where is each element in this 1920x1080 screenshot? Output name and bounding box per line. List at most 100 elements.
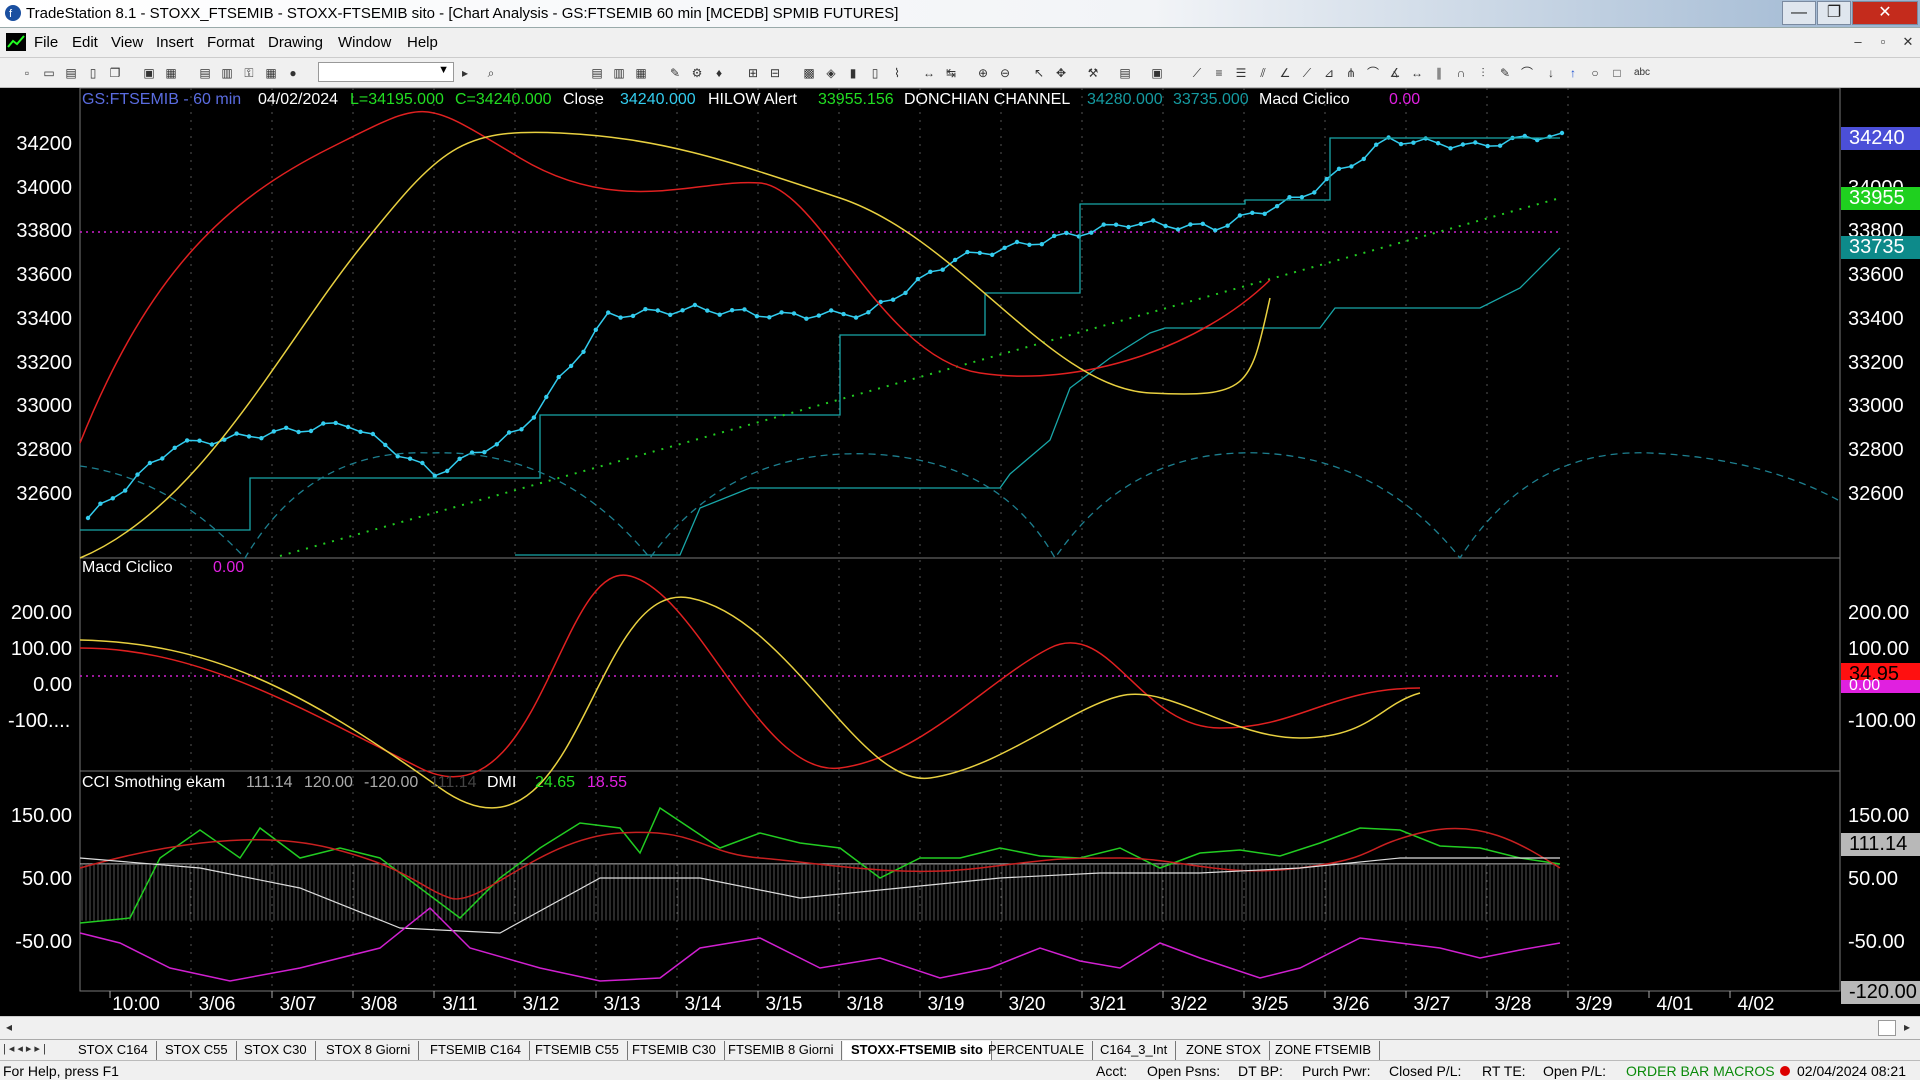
angle-icon[interactable]: ∡ [1388, 66, 1402, 80]
play-arrow-icon[interactable]: ▸ [458, 66, 472, 80]
market-depth-icon[interactable]: ◈ [824, 66, 838, 80]
rectangle-icon[interactable]: □ [1610, 66, 1624, 80]
price-dot [977, 250, 982, 256]
candle-icon[interactable]: ▯ [868, 66, 882, 80]
tab-c164-3-int[interactable]: C164_3_Int [1092, 1041, 1177, 1060]
buy-arrow-icon[interactable]: ↑ [1566, 66, 1580, 80]
tab-ftsemib-c164[interactable]: FTSEMIB C164 [422, 1041, 531, 1060]
tab-ftsemib-c55[interactable]: FTSEMIB C55 [527, 1041, 628, 1060]
data-window-icon[interactable]: ▩ [802, 66, 816, 80]
zoom-out-icon[interactable]: ⊖ [998, 66, 1012, 80]
save-icon[interactable]: ▣ [142, 66, 156, 80]
menu-drawing[interactable]: Drawing [268, 34, 323, 51]
close-button[interactable]: ✕ [1852, 1, 1918, 25]
fibonacci-icon[interactable]: ≡ [1212, 66, 1226, 80]
menu-view[interactable]: View [111, 34, 143, 51]
menu-edit[interactable]: Edit [72, 34, 98, 51]
menu-help[interactable]: Help [407, 34, 438, 51]
parallel-lines-icon[interactable]: ∥ [1432, 66, 1446, 80]
tab-nav-arrows-icon[interactable]: |◂◂▸▸| [3, 1042, 49, 1055]
horizontal-arrow-icon[interactable]: ↔ [1410, 66, 1424, 80]
tab-zone-stox[interactable]: ZONE STOX [1178, 1041, 1270, 1060]
minimize-button[interactable]: — [1782, 1, 1816, 25]
mdi-close-button[interactable]: ✕ [1899, 34, 1917, 50]
menu-file[interactable]: File [34, 34, 58, 51]
horizontal-lines-icon[interactable]: ☰ [1234, 66, 1248, 80]
horizontal-scrollbar[interactable]: ◂ ▸ [0, 1016, 1920, 1039]
tab-stox-c55[interactable]: STOX C55 [157, 1041, 237, 1060]
price-dot [643, 307, 648, 312]
ellipse-icon[interactable]: ○ [1588, 66, 1602, 80]
matrix-icon[interactable]: ▦ [634, 66, 648, 80]
curve-icon[interactable]: ⌒ [1520, 66, 1534, 80]
copy-icon[interactable]: ❐ [108, 66, 122, 80]
workspace-icon[interactable]: ▤ [64, 66, 78, 80]
strategy-icon[interactable]: ⚙ [690, 66, 704, 80]
bar-chart-icon[interactable]: ▮ [846, 66, 860, 80]
price-dot [1113, 222, 1119, 227]
layout-icon[interactable]: ▦ [264, 66, 278, 80]
page-icon[interactable]: ▯ [86, 66, 100, 80]
price-dot [692, 302, 698, 308]
format-symbol-icon[interactable]: ⊟ [768, 66, 782, 80]
insert-analysis-icon[interactable]: ⊞ [746, 66, 760, 80]
cycle-icon[interactable]: ∩ [1454, 66, 1468, 80]
mdi-restore-button[interactable]: ▫ [1874, 34, 1892, 49]
cci-lower-tag: -120.00 [1841, 981, 1920, 1004]
new-icon[interactable]: ▫ [20, 66, 34, 80]
tab-ftsemib-c30[interactable]: FTSEMIB C30 [624, 1041, 725, 1060]
hide-icon[interactable]: ▣ [1150, 66, 1164, 80]
speed-lines-icon[interactable]: ⊿ [1322, 66, 1336, 80]
color-settings-icon[interactable]: ● [286, 66, 300, 80]
chart-area[interactable]: GS:FTSEMIB - 60 min 04/02/2024 L=34195.0… [0, 88, 1920, 1016]
zoom-chart-icon[interactable]: ⌕ [484, 66, 498, 80]
tab-stox-c30[interactable]: STOX C30 [236, 1041, 316, 1060]
scanner-icon[interactable]: ✎ [668, 66, 682, 80]
menu-insert[interactable]: Insert [156, 34, 194, 51]
compress-icon[interactable]: ↹ [944, 66, 958, 80]
maximize-button[interactable]: ❐ [1817, 1, 1851, 25]
tab-ftsemib-8-giorni[interactable]: FTSEMIB 8 Giorni [720, 1041, 843, 1060]
tab-stoxx-ftsemib-sito[interactable]: STOXX-FTSEMIB sito [843, 1041, 992, 1060]
tab-stox-c164[interactable]: STOX C164 [70, 1041, 157, 1060]
text-tool-icon[interactable]: ▤ [1118, 66, 1132, 80]
status-order-bar-macros[interactable]: ORDER BAR MACROS [1626, 1063, 1775, 1079]
arc-icon[interactable]: ⌒ [1366, 66, 1380, 80]
zoom-in-icon[interactable]: ⊕ [976, 66, 990, 80]
scroll-thumb[interactable] [1878, 1020, 1896, 1036]
tab-zone-ftsemib[interactable]: ZONE FTSEMIB [1267, 1041, 1381, 1060]
menu-window[interactable]: Window [338, 34, 391, 51]
window-list-icon[interactable]: ▤ [198, 66, 212, 80]
scroll-right-icon[interactable]: ▸ [1904, 1020, 1910, 1034]
workspace-combo[interactable]: ▼ [318, 62, 454, 82]
price-close-line [87, 132, 1563, 519]
lock-icon[interactable]: ⚿ [242, 66, 256, 80]
print-icon[interactable]: ▦ [164, 66, 178, 80]
chart-analysis-icon[interactable]: ▤ [590, 66, 604, 80]
text-abc-icon[interactable]: abc [1632, 66, 1652, 80]
regression-icon[interactable]: ⟋ [1300, 66, 1314, 80]
scroll-left-icon[interactable]: ◂ [6, 1020, 12, 1034]
expand-icon[interactable]: ↔ [922, 66, 936, 80]
drag-icon[interactable]: ✥ [1054, 66, 1068, 80]
pointer-icon[interactable]: ↖ [1032, 66, 1046, 80]
andrews-pitchfork-icon[interactable]: ⋔ [1344, 66, 1358, 80]
price-dot [952, 257, 958, 263]
cascade-icon[interactable]: ▥ [220, 66, 234, 80]
tools-icon[interactable]: ⚒ [1086, 66, 1100, 80]
mdi-minimize-button[interactable]: – [1849, 34, 1867, 49]
freehand-icon[interactable]: ✎ [1498, 66, 1512, 80]
trendline-icon[interactable]: ⟋ [1190, 66, 1204, 80]
sell-arrow-icon[interactable]: ↓ [1544, 66, 1558, 80]
menu-format[interactable]: Format [207, 34, 255, 51]
cci-axis-right-label: -50.00 [1848, 931, 1905, 953]
radar-screen-icon[interactable]: ▥ [612, 66, 626, 80]
tab-stox-8-giorni[interactable]: STOX 8 Giorni [318, 1041, 420, 1060]
time-zones-icon[interactable]: ⫶ [1476, 66, 1490, 80]
gann-fan-icon[interactable]: ∠ [1278, 66, 1292, 80]
channel-icon[interactable]: ⫽ [1256, 66, 1270, 80]
alerts-icon[interactable]: ♦ [712, 66, 726, 80]
open-folder-icon[interactable]: ▭ [42, 66, 56, 80]
line-chart-icon[interactable]: ⌇ [890, 66, 904, 80]
tab-percentuale[interactable]: PERCENTUALE [980, 1041, 1094, 1060]
